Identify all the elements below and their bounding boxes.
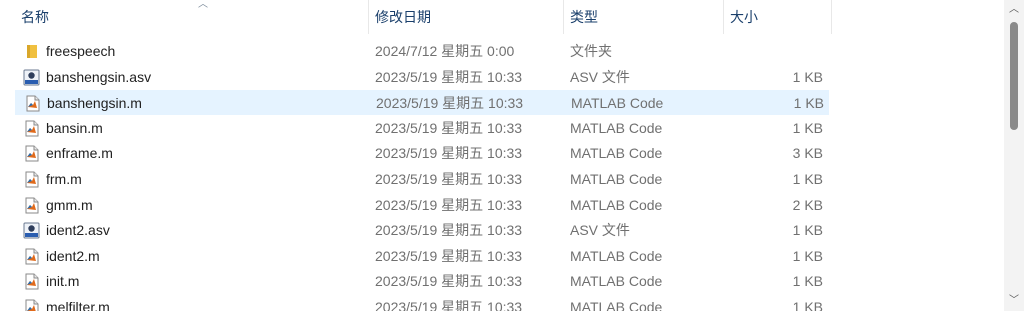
file-row[interactable]: gmm.m 2023/5/19 星期五 10:33 MATLAB Code 2 KB	[15, 193, 829, 218]
file-size: 1 KB	[792, 247, 823, 264]
scrollbar-thumb[interactable]	[1010, 22, 1018, 130]
file-size: 1 KB	[793, 95, 824, 112]
column-header-bar: 名称 ︿ 修改日期 类型 大小	[0, 0, 1004, 34]
file-name: melfilter.m	[46, 299, 110, 311]
file-row[interactable]: bansin.m 2023/5/19 星期五 10:33 MATLAB Code 1 …	[15, 116, 829, 141]
file-size	[727, 39, 823, 64]
file-size: 3 KB	[792, 145, 823, 162]
file-modified-date: 2023/5/19 星期五 10:33	[375, 171, 523, 187]
file-name: enframe.m	[46, 145, 113, 162]
file-type: MATLAB Code	[570, 273, 663, 290]
file-type: MATLAB Code	[570, 196, 663, 213]
file-modified-date: 2023/5/19 星期五 10:33	[375, 196, 523, 213]
file-modified-date: 2023/5/19 星期五 10:33	[375, 247, 523, 264]
file-modified-date: 2023/5/19 星期五 10:33	[375, 299, 523, 311]
file-type: ASV 文件	[570, 222, 630, 239]
file-size: 1 KB	[792, 222, 823, 239]
file-modified-date: 2024/7/12 星期五 0:00	[375, 43, 515, 59]
file-row[interactable]: banshengsin.asv 2023/5/19 星期五 10:33 ASV 文件…	[15, 65, 829, 90]
file-name: ident2.asv	[46, 222, 110, 239]
file-size: 1 KB	[792, 273, 823, 290]
column-header-name-label: 名称	[21, 9, 49, 25]
file-type: MATLAB Code	[570, 171, 663, 187]
file-row[interactable]: freespeech 2024/7/12 星期五 0:00 文件夹	[15, 39, 829, 64]
file-explorer: 名称 ︿ 修改日期 类型 大小 freespeech 2024/7/12 星期五 …	[0, 0, 1024, 311]
file-size: 1 KB	[792, 171, 823, 187]
file-row[interactable]: frm.m 2023/5/19 星期五 10:33 MATLAB Code 1 KB	[15, 167, 829, 192]
file-type: MATLAB Code	[570, 299, 663, 311]
file-type: MATLAB Code	[570, 119, 663, 136]
scroll-down-arrow-icon[interactable]: ﹀	[1004, 291, 1024, 311]
file-name: freespeech	[46, 43, 116, 59]
column-header-size-label: 大小	[730, 9, 758, 25]
file-type: MATLAB Code	[570, 247, 663, 264]
file-modified-date: 2023/5/19 星期五 10:33	[376, 95, 524, 112]
file-row[interactable]: banshengsin.m 2023/5/19 星期五 10:33 MATLAB C…	[15, 90, 829, 116]
scroll-up-arrow-icon[interactable]: ︿	[1004, 0, 1024, 20]
file-name: banshengsin.asv	[46, 68, 152, 85]
file-type: MATLAB Code	[570, 145, 663, 162]
file-size: 2 KB	[792, 196, 823, 213]
matlab-file-icon	[23, 273, 40, 290]
file-type: 文件夹	[570, 43, 612, 59]
column-header-type[interactable]: 类型	[564, 0, 724, 34]
file-name: banshengsin.m	[47, 95, 142, 112]
sort-ascending-icon: ︿	[198, 0, 208, 10]
file-modified-date: 2023/5/19 星期五 10:33	[375, 273, 523, 290]
column-header-size[interactable]: 大小	[724, 0, 832, 34]
folder-icon	[23, 43, 40, 60]
file-modified-date: 2023/5/19 星期五 10:33	[375, 119, 523, 136]
matlab-file-icon	[23, 248, 40, 265]
file-row[interactable]: ident2.m 2023/5/19 星期五 10:33 MATLAB Code 1 …	[15, 244, 829, 269]
file-size: 1 KB	[792, 68, 823, 85]
matlab-file-icon	[23, 299, 40, 311]
file-modified-date: 2023/5/19 星期五 10:33	[375, 145, 523, 162]
file-row[interactable]: enframe.m 2023/5/19 星期五 10:33 MATLAB Code 3…	[15, 141, 829, 166]
column-header-date[interactable]: 修改日期	[369, 0, 564, 34]
vertical-scrollbar[interactable]: ︿ ﹀	[1004, 0, 1024, 311]
file-row[interactable]: ident2.asv 2023/5/19 星期五 10:33 ASV 文件 1 KB	[15, 218, 829, 243]
matlab-file-icon	[24, 95, 41, 112]
matlab-file-icon	[23, 197, 40, 214]
asv-file-icon	[23, 222, 40, 239]
matlab-file-icon	[23, 145, 40, 162]
file-name: gmm.m	[46, 196, 93, 213]
column-header-name[interactable]: 名称 ︿	[15, 0, 369, 34]
column-header-type-label: 类型	[570, 9, 598, 25]
file-type: MATLAB Code	[571, 95, 664, 112]
file-name: init.m	[46, 273, 80, 290]
file-row[interactable]: init.m 2023/5/19 星期五 10:33 MATLAB Code 1 KB	[15, 269, 829, 294]
column-header-date-label: 修改日期	[375, 9, 431, 25]
file-size: 1 KB	[792, 119, 823, 136]
file-type: ASV 文件	[570, 68, 630, 85]
file-size: 1 KB	[792, 299, 823, 311]
file-modified-date: 2023/5/19 星期五 10:33	[375, 222, 523, 239]
matlab-file-icon	[23, 120, 40, 137]
matlab-file-icon	[23, 171, 40, 188]
file-modified-date: 2023/5/19 星期五 10:33	[375, 68, 523, 85]
file-name: frm.m	[46, 171, 82, 187]
file-name: bansin.m	[46, 119, 103, 136]
file-row[interactable]: melfilter.m 2023/5/19 星期五 10:33 MATLAB Cod…	[15, 295, 829, 311]
file-name: ident2.m	[46, 247, 100, 264]
asv-file-icon	[23, 69, 40, 86]
